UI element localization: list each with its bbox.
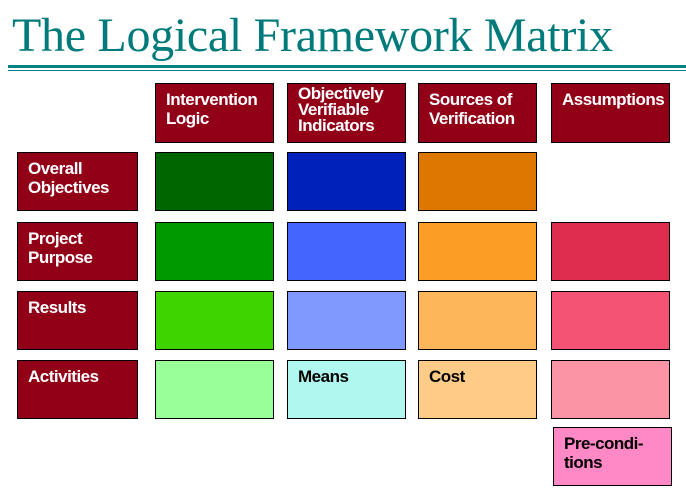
row-header: Results <box>17 291 138 350</box>
matrix-cell-text: Cost <box>429 367 465 386</box>
column-header-text: Intervention Logic <box>166 90 258 128</box>
matrix-cell <box>418 291 537 350</box>
column-header: Assumptions <box>551 83 670 143</box>
matrix-cell <box>155 222 274 281</box>
row-header: Overall Objectives <box>17 152 138 211</box>
page-title: The Logical Framework Matrix <box>12 9 613 62</box>
column-header-text: Sources of Verification <box>429 90 515 128</box>
column-header: Intervention Logic <box>155 83 274 143</box>
row-header-text: Project Purpose <box>28 229 93 267</box>
column-header-text: Objectively Verifiable Indicators <box>298 84 384 135</box>
matrix-cell <box>418 152 537 211</box>
matrix-cell-text: Means <box>298 367 349 386</box>
matrix-cell <box>418 222 537 281</box>
preconditions-box: Pre-condi- tions <box>553 427 672 486</box>
preconditions-box-text: Pre-condi- tions <box>564 434 644 472</box>
row-header: Activities <box>17 360 138 419</box>
matrix-cell <box>551 360 670 419</box>
matrix-cell <box>287 222 406 281</box>
matrix-cell <box>155 152 274 211</box>
matrix-cell <box>551 291 670 350</box>
row-header-text: Activities <box>28 367 99 386</box>
column-header: Sources of Verification <box>418 83 537 143</box>
title-rule-thick <box>8 65 686 68</box>
matrix-cell <box>155 360 274 419</box>
matrix-cell <box>155 291 274 350</box>
column-header: Objectively Verifiable Indicators <box>287 83 406 143</box>
matrix-cell: Means <box>287 360 406 419</box>
row-header-text: Overall Objectives <box>28 159 110 197</box>
matrix-cell <box>287 291 406 350</box>
column-header-text: Assumptions <box>562 90 665 109</box>
title-rule-thin <box>8 70 686 71</box>
matrix-cell <box>287 152 406 211</box>
row-header-text: Results <box>28 298 86 317</box>
matrix-cell: Cost <box>418 360 537 419</box>
matrix-cell <box>551 222 670 281</box>
row-header: Project Purpose <box>17 222 138 281</box>
